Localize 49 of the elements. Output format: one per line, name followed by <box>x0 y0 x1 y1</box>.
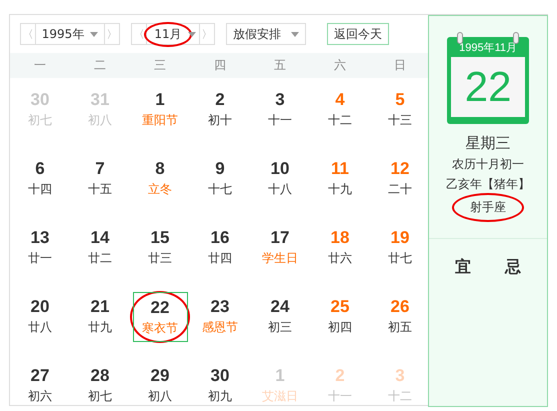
weekday-label: 一 <box>33 57 47 74</box>
year-dropdown[interactable]: 1995年 <box>35 23 105 45</box>
weekday-label: 二 <box>93 57 107 74</box>
day-button[interactable]: 15 廿三 <box>132 222 188 272</box>
bad-label: 忌 <box>505 257 522 278</box>
day-button[interactable]: 21 廿九 <box>72 291 128 341</box>
good-label: 宜 <box>455 257 472 278</box>
day-button[interactable]: 9 十七 <box>192 153 248 203</box>
day-button[interactable]: 18 廿六 <box>312 222 368 272</box>
day-button[interactable]: 6 十四 <box>12 153 68 203</box>
lunar-date: 农历十月初一 <box>452 156 524 173</box>
weekday-label: 日 <box>393 57 407 74</box>
day-button[interactable]: 7 十五 <box>72 153 128 203</box>
day-button[interactable]: 3 十一 <box>252 84 308 134</box>
day-button[interactable]: 2 初十 <box>192 84 248 134</box>
day-button[interactable]: 5 十三 <box>372 84 428 134</box>
caret-icon <box>90 32 98 36</box>
day-button[interactable]: 1 重阳节 <box>132 84 188 134</box>
day-button[interactable]: 8 立冬 <box>132 153 188 203</box>
day-button[interactable]: 28 初七 <box>72 360 128 405</box>
day-button[interactable]: 30 初九 <box>192 360 248 405</box>
day-button[interactable]: 23 感恩节 <box>192 291 248 341</box>
day-button[interactable]: 11 十九 <box>312 153 368 203</box>
day-button[interactable]: 12 二十 <box>372 153 428 203</box>
day-button[interactable]: 13 廿一 <box>12 222 68 272</box>
day-button[interactable]: 10 十八 <box>252 153 308 203</box>
day-button[interactable]: 24 初三 <box>252 291 308 341</box>
day-button[interactable]: 29 初八 <box>132 360 188 405</box>
day-button[interactable]: 20 廿八 <box>12 291 68 341</box>
day-button[interactable]: 26 初五 <box>372 291 428 341</box>
ganzhi-year: 乙亥年【猪年】 <box>446 176 530 193</box>
day-button[interactable]: 19 廿七 <box>372 222 428 272</box>
day-button[interactable]: 17 学生日 <box>252 222 308 272</box>
day-button[interactable]: 14 廿二 <box>72 222 128 272</box>
day-button[interactable]: 22 寒衣节 <box>132 292 188 342</box>
month-dropdown[interactable]: 11月 <box>146 23 200 45</box>
weekday-label: 六 <box>333 57 347 74</box>
weekday-label: 五 <box>273 57 287 74</box>
weekday-text: 星期三 <box>466 134 511 153</box>
weekday-label: 四 <box>213 57 227 74</box>
caret-icon <box>291 32 299 36</box>
day-button[interactable]: 25 初四 <box>312 291 368 341</box>
today-button[interactable]: 返回今天 <box>327 23 389 45</box>
holiday-dropdown[interactable]: 放假安排 <box>226 23 306 45</box>
day-button[interactable]: 27 初六 <box>12 360 68 405</box>
day-button[interactable]: 4 十二 <box>312 84 368 134</box>
weekday-label: 三 <box>153 57 167 74</box>
zodiac-sign: 射手座 <box>452 193 524 222</box>
day-button[interactable]: 16 廿四 <box>192 222 248 272</box>
